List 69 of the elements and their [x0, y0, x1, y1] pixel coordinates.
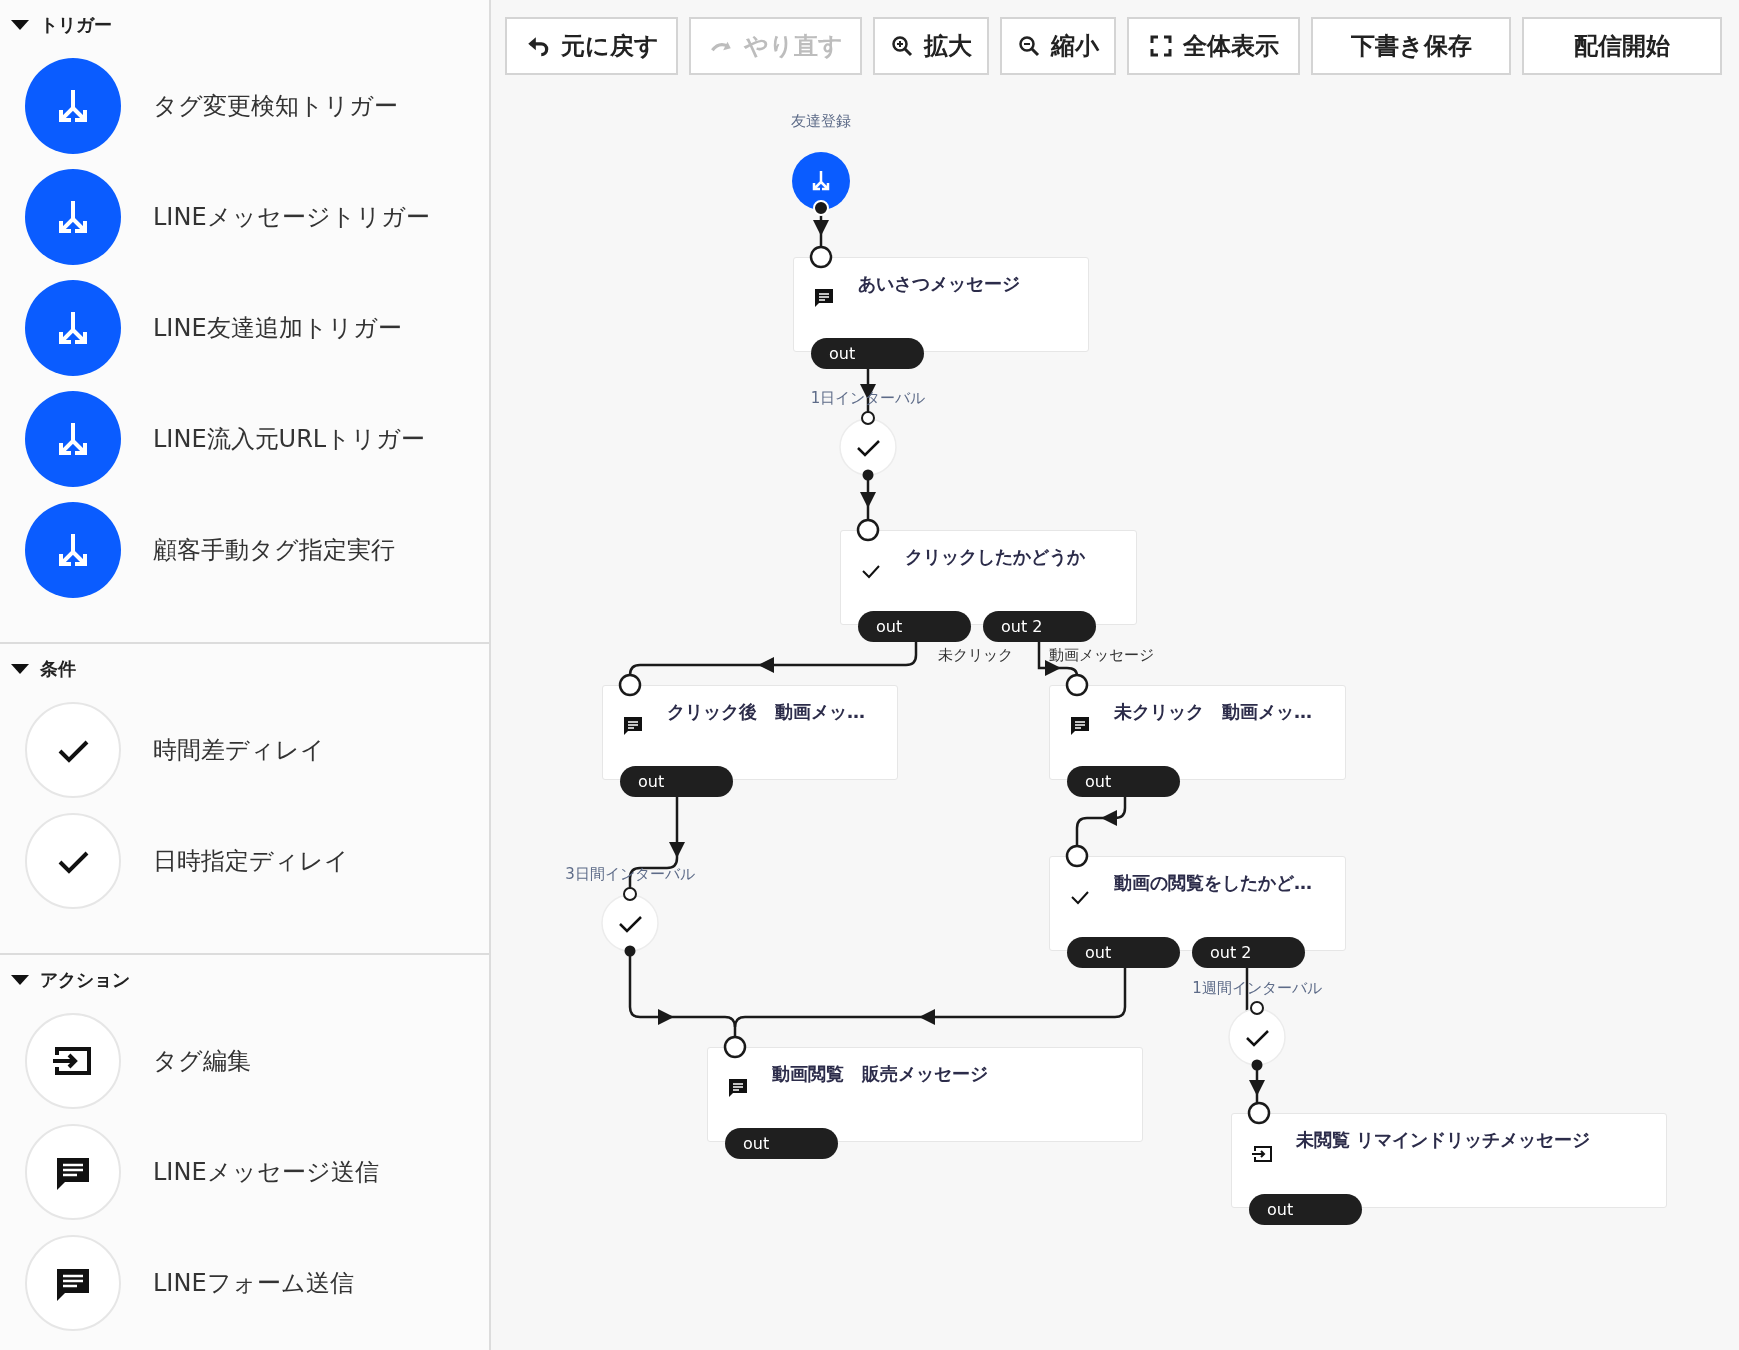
section-title: アクション	[40, 968, 130, 992]
input-port-icon[interactable]	[809, 245, 833, 269]
chat-icon	[1068, 714, 1092, 738]
output-port[interactable]: out	[1067, 937, 1180, 968]
enter-box-icon[interactable]	[25, 1012, 121, 1109]
palette-item-label: タグ変更検知トリガー	[153, 90, 398, 122]
palette-item-label: LINE友達追加トリガー	[153, 312, 402, 344]
toolbar-button[interactable]: 下書き保存	[1311, 17, 1511, 75]
input-port-icon[interactable]	[1065, 844, 1089, 868]
node-title: 動画の閲覧をしたかど…	[1114, 871, 1312, 895]
trigger-icon[interactable]	[25, 279, 121, 376]
input-port-icon[interactable]	[856, 518, 880, 542]
node-title: あいさつメッセージ	[858, 272, 1020, 296]
node-title: クリック後 動画メッ…	[667, 700, 865, 724]
caret-icon[interactable]	[10, 18, 30, 32]
toolbar-button[interactable]: 拡大	[873, 17, 989, 75]
zoom-out-icon	[1017, 34, 1041, 58]
output-port[interactable]: out 2	[983, 611, 1096, 642]
input-port-icon[interactable]	[1065, 673, 1089, 697]
palette-item-label: LINEフォーム送信	[153, 1267, 354, 1299]
palette-item-label: 時間差ディレイ	[153, 734, 325, 766]
input-port-icon[interactable]	[1247, 1101, 1271, 1125]
trigger-icon[interactable]	[25, 168, 121, 265]
palette-item-label: タグ編集	[153, 1045, 251, 1077]
node-title: 未閲覧 リマインドリッチメッセージ	[1296, 1128, 1591, 1152]
caret-icon[interactable]	[10, 662, 30, 676]
input-port-icon[interactable]	[618, 673, 642, 697]
connector-arrow	[1075, 795, 1127, 848]
zoom-in-icon	[890, 34, 914, 58]
check-icon[interactable]	[25, 812, 121, 909]
chat-icon	[726, 1076, 750, 1100]
chat-icon[interactable]	[25, 1234, 121, 1331]
check-icon[interactable]	[25, 701, 121, 798]
output-port[interactable]: out	[858, 611, 971, 642]
start-trigger-node[interactable]	[790, 150, 852, 218]
palette-item-label: LINEメッセージトリガー	[153, 201, 430, 233]
output-port[interactable]: out	[725, 1128, 838, 1159]
input-port-icon[interactable]	[723, 1035, 747, 1059]
node-title: 動画閲覧 販売メッセージ	[772, 1062, 988, 1086]
trigger-icon[interactable]	[25, 501, 121, 598]
toolbar-button[interactable]: 配信開始	[1522, 17, 1722, 75]
interval-label: 1週間インターバル	[1192, 979, 1322, 998]
toolbar-button[interactable]: 元に戻す	[505, 17, 678, 75]
connector-arrow	[1037, 640, 1079, 677]
node-title: クリックしたかどうか	[905, 545, 1085, 569]
output-port[interactable]: out	[1249, 1194, 1362, 1225]
palette-item-label: 顧客手動タグ指定実行	[153, 534, 395, 566]
start-label: 友達登録	[791, 112, 851, 131]
section-title: 条件	[40, 657, 76, 681]
trigger-icon[interactable]	[25, 390, 121, 487]
palette-item-label: 日時指定ディレイ	[153, 845, 349, 877]
section-title: トリガー	[40, 13, 112, 37]
chat-icon	[621, 714, 645, 738]
output-port[interactable]: out	[620, 766, 733, 797]
output-port[interactable]: out	[1067, 766, 1180, 797]
output-port[interactable]: out	[811, 338, 924, 369]
toolbar-button[interactable]: 縮小	[1000, 17, 1116, 75]
toolbar-button[interactable]: 全体表示	[1127, 17, 1300, 75]
caret-icon[interactable]	[10, 973, 30, 987]
fit-screen-icon	[1148, 34, 1173, 58]
output-port[interactable]: out 2	[1192, 937, 1305, 968]
chat-icon	[812, 286, 836, 310]
node-title: 未クリック 動画メッ…	[1114, 700, 1312, 724]
branch-label: 未クリック	[937, 646, 1013, 665]
palette-item-label: LINEメッセージ送信	[153, 1156, 379, 1188]
chat-icon[interactable]	[25, 1123, 121, 1220]
palette-item-label: LINE流入元URLトリガー	[153, 423, 426, 455]
trigger-icon[interactable]	[25, 57, 121, 154]
branch-label: 動画メッセージ	[1048, 646, 1154, 665]
